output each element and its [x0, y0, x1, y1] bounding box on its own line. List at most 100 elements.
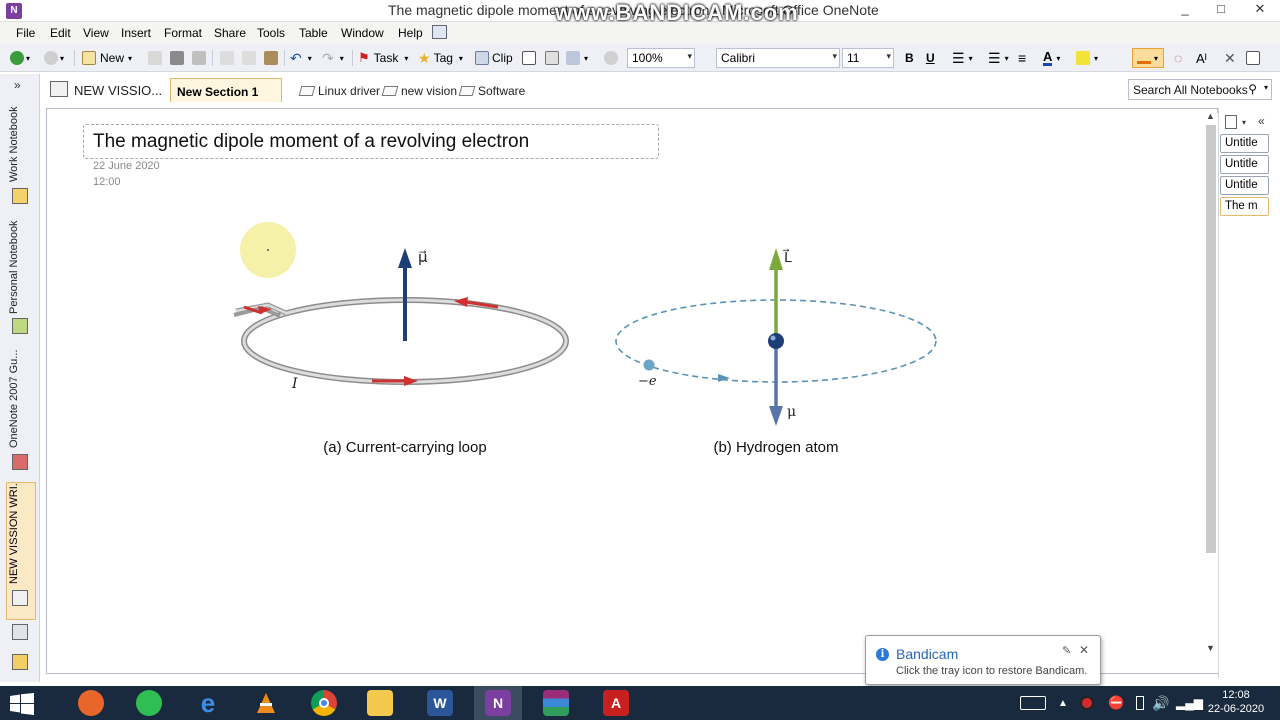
redo-button[interactable]: ↷ ▾ — [322, 50, 344, 66]
taskbar-word[interactable]: W — [416, 686, 464, 720]
new-button[interactable]: New ▾ — [82, 50, 132, 66]
page-title[interactable]: The magnetic dipole moment of a revolvin… — [93, 131, 529, 153]
battery-icon[interactable] — [1136, 686, 1144, 720]
print-button[interactable] — [170, 50, 184, 66]
taskbar-file-explorer[interactable] — [356, 686, 404, 720]
pen-button[interactable]: ▾ — [566, 50, 588, 66]
menu-tools[interactable]: Tools — [257, 26, 285, 40]
taskbar-edge[interactable]: e — [184, 686, 232, 720]
page-view-button[interactable] — [1246, 50, 1260, 66]
menu-file[interactable]: File — [16, 26, 35, 40]
chevron-down-icon[interactable]: ▾ — [1264, 83, 1268, 92]
taskbar-vlc[interactable] — [242, 686, 290, 720]
scrollbar-thumb[interactable] — [1206, 125, 1216, 553]
open-button[interactable] — [148, 50, 162, 66]
tab-new-section-1[interactable]: New Section 1 — [170, 78, 282, 102]
indent-button[interactable]: ≡ — [1018, 50, 1026, 66]
font-color-button[interactable]: A ▾ — [1043, 50, 1060, 66]
keyboard-icon[interactable] — [1020, 686, 1046, 720]
page-tab-active[interactable]: The m — [1220, 197, 1269, 216]
font-select[interactable]: Calibri ▾ — [716, 48, 840, 68]
taskbar-firefox[interactable] — [67, 686, 115, 720]
windows-start-icon[interactable] — [10, 693, 34, 715]
chevron-down-icon[interactable]: ▾ — [1242, 118, 1246, 127]
notebook-onenote-guide[interactable]: OneNote 2007 Gu... — [8, 346, 34, 448]
link-software[interactable]: Software — [458, 84, 525, 98]
undo-button[interactable]: ↶ ▾ — [290, 50, 312, 66]
cut-button[interactable] — [220, 50, 234, 66]
taskbar-acrobat[interactable]: A — [592, 686, 640, 720]
menu-table[interactable]: Table — [299, 26, 328, 40]
menu-format[interactable]: Format — [164, 26, 202, 40]
pen-color-button[interactable]: ▾ — [1132, 48, 1164, 68]
paste-button[interactable] — [264, 50, 278, 66]
forward-button[interactable]: ▾ — [44, 50, 64, 66]
close-button[interactable]: ✕ — [1240, 0, 1280, 20]
menu-view[interactable]: View — [83, 26, 109, 40]
scroll-down-icon[interactable]: ▼ — [1206, 643, 1215, 653]
new-page-icon[interactable] — [1225, 115, 1237, 129]
bullets-button[interactable]: ☰ ▾ — [952, 50, 973, 66]
vertical-scrollbar[interactable]: ▲ ▼ — [1204, 111, 1218, 673]
network-blocked-icon[interactable]: ⛔ — [1108, 686, 1124, 720]
tray-expand-icon[interactable]: ▲ — [1058, 686, 1068, 720]
page-tab[interactable]: Untitle — [1220, 134, 1269, 153]
tag-button[interactable]: ★ Tag ▾ — [418, 50, 463, 66]
eraser-button[interactable]: ◌ — [1174, 50, 1182, 66]
pen-color-icon — [1137, 60, 1151, 64]
menu-share[interactable]: Share — [214, 26, 246, 40]
search-input[interactable]: Search All Notebooks ⚲ ▾ — [1128, 79, 1272, 100]
menu-insert[interactable]: Insert — [121, 26, 151, 40]
restore-button[interactable]: □ — [1204, 0, 1238, 20]
taskbar-whatsapp[interactable] — [125, 686, 173, 720]
menu-edit[interactable]: Edit — [50, 26, 71, 40]
print-preview-button[interactable] — [192, 50, 206, 66]
full-page-view-button[interactable] — [604, 50, 618, 66]
expand-nav-icon[interactable]: » — [14, 78, 21, 92]
star-icon: ★ — [418, 49, 431, 66]
collapse-page-tabs-icon[interactable]: « — [1258, 114, 1265, 128]
notebook-title[interactable]: NEW VISSIO... — [74, 83, 162, 98]
page-tab[interactable]: Untitle — [1220, 176, 1269, 195]
link-linux-driver[interactable]: Linux driver — [298, 84, 380, 98]
copy-button[interactable] — [242, 50, 256, 66]
onenote-app-icon[interactable]: N — [6, 3, 22, 19]
taskbar-winrar[interactable] — [532, 686, 580, 720]
zoom-select[interactable]: 100% ▾ — [627, 48, 695, 68]
taskbar-onenote[interactable]: N — [474, 686, 522, 720]
search-icon[interactable]: ⚲ — [1248, 82, 1257, 96]
clip-button[interactable]: Clip — [475, 50, 513, 66]
underline-button[interactable]: U — [926, 50, 935, 66]
taskbar-clock[interactable]: 12:08 22-06-2020 — [1200, 688, 1272, 716]
taskbar-chrome[interactable] — [300, 686, 348, 720]
bold-button[interactable]: B — [905, 50, 914, 66]
task-button[interactable]: ⚑ Task ▾ — [358, 50, 408, 66]
notebook-work[interactable]: Work Notebook — [8, 100, 34, 182]
highlight-button[interactable]: ▾ — [1076, 50, 1098, 66]
insert-space-button[interactable] — [545, 50, 559, 66]
menu-window[interactable]: Window — [341, 26, 384, 40]
volume-icon[interactable]: 🔊 — [1152, 686, 1169, 720]
page-canvas[interactable] — [46, 108, 1218, 674]
scroll-up-icon[interactable]: ▲ — [1206, 111, 1215, 121]
all-notebooks-icon[interactable] — [12, 654, 28, 670]
signal-icon[interactable]: ▂▄▆ — [1176, 686, 1203, 720]
notebook-new-vission[interactable]: NEW VISSION WRI... — [8, 484, 34, 584]
table-button[interactable] — [522, 50, 536, 66]
delete-button[interactable]: ✕ — [1224, 50, 1236, 66]
help-pin-icon[interactable] — [432, 25, 447, 39]
close-icon[interactable]: ✕ — [1079, 643, 1089, 657]
page-tab[interactable]: Untitle — [1220, 155, 1269, 174]
back-button[interactable]: ▾ — [10, 50, 30, 66]
text-size-button[interactable]: Aᴵ — [1196, 50, 1207, 66]
notebook-personal[interactable]: Personal Notebook — [8, 214, 34, 314]
bandicam-notification[interactable]: i Bandicam Click the tray icon to restor… — [865, 635, 1101, 685]
bandicam-tray-icon[interactable] — [1080, 686, 1094, 720]
font-size-select[interactable]: 11 ▾ — [842, 48, 894, 68]
menu-help[interactable]: Help — [398, 26, 423, 40]
unfiled-notes-icon[interactable] — [12, 624, 28, 640]
link-new-vision[interactable]: new vision — [381, 84, 457, 98]
numbering-button[interactable]: ☰ ▾ — [988, 50, 1009, 66]
minimize-button[interactable]: _ — [1168, 0, 1202, 20]
options-icon[interactable]: ✎ — [1062, 644, 1071, 657]
